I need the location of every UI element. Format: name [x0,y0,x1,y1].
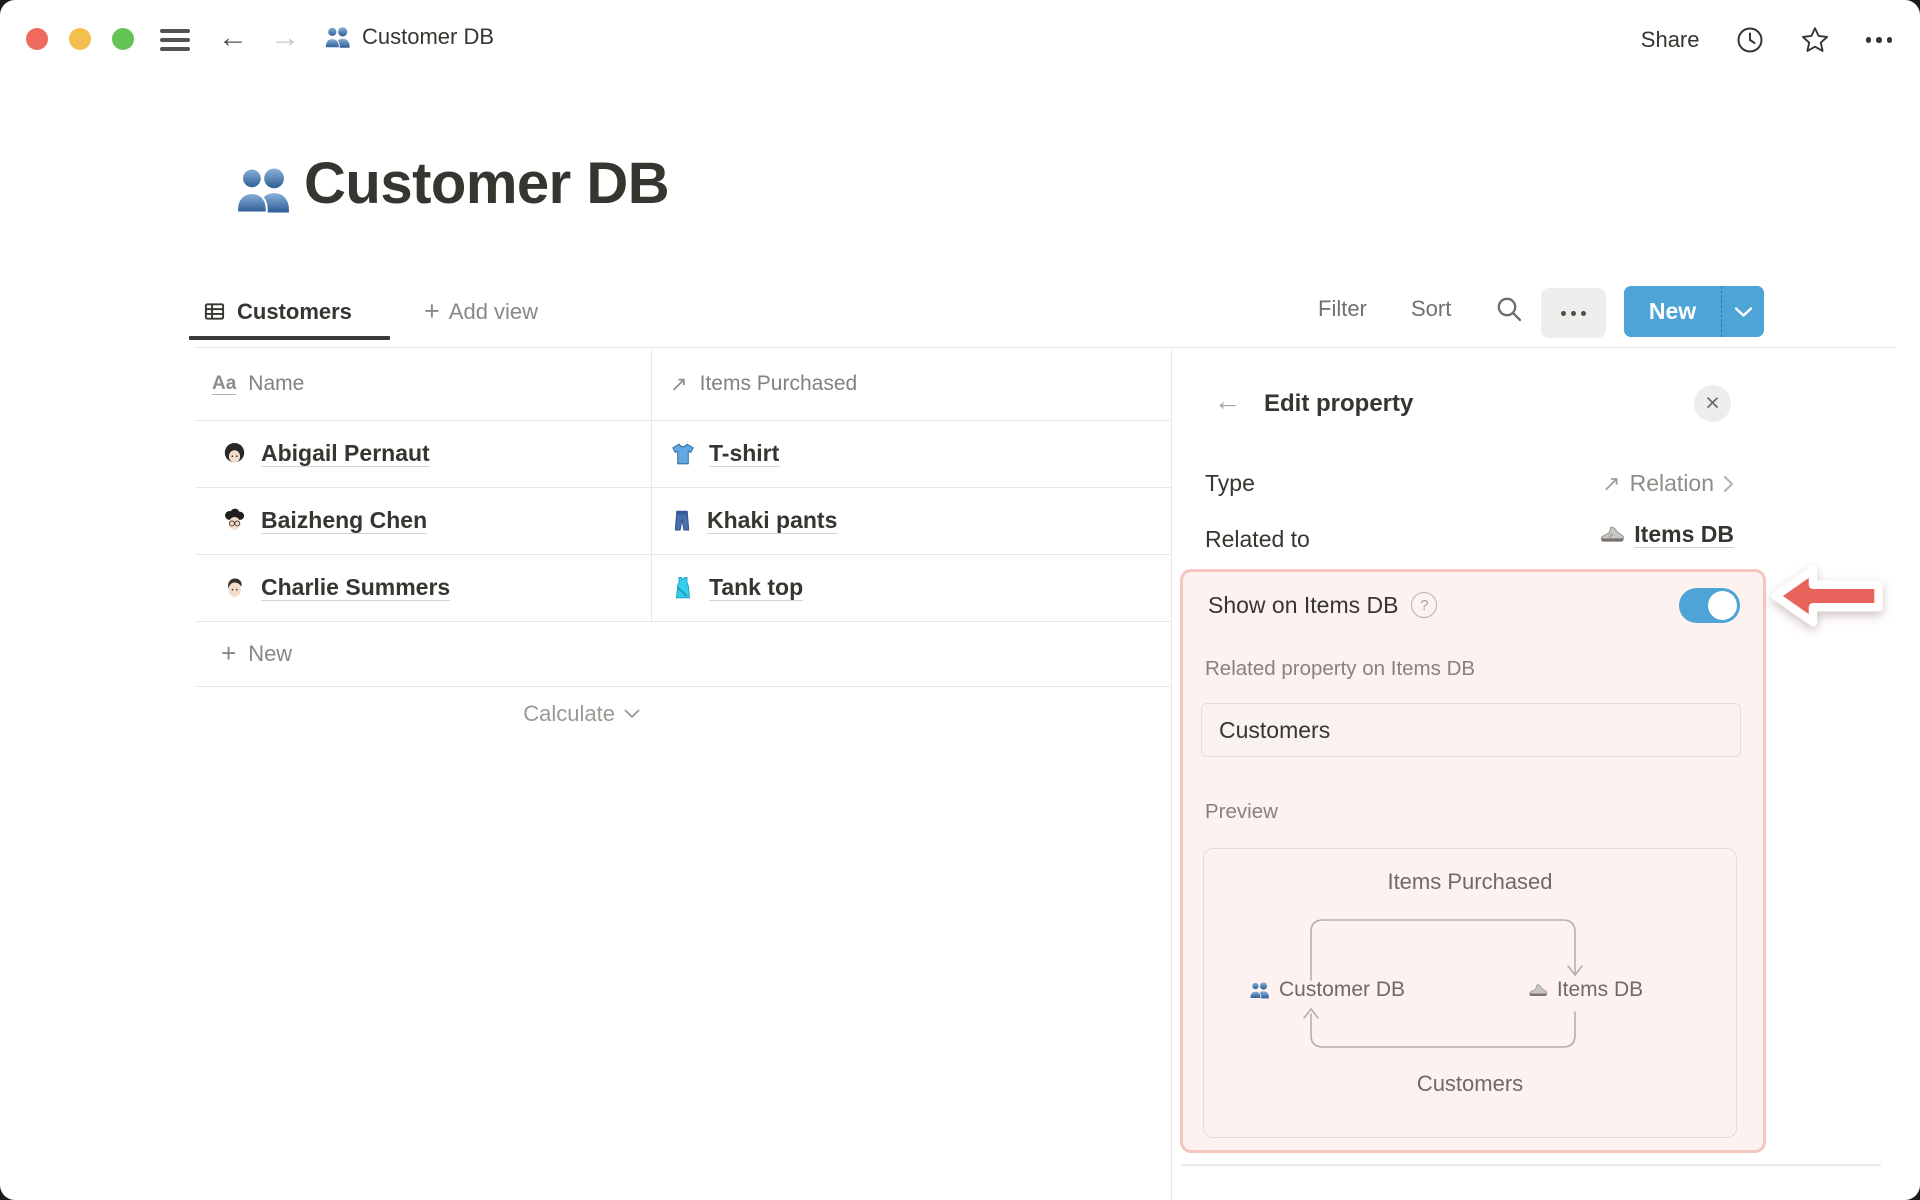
tab-label: Customers [237,298,352,324]
panel-back-arrow[interactable]: ← [1214,386,1241,417]
more-options-icon[interactable] [1865,37,1892,43]
chevron-down-icon [624,709,640,718]
show-on-items-db-label: Show on Items DB [1208,591,1399,618]
people-icon [324,24,351,50]
plus-icon: + [221,638,237,668]
breadcrumb-title: Customer DB [362,24,495,49]
preview-items-db: Items DB [1500,978,1670,1002]
relation-arrow-icon: ↗ [1602,470,1621,496]
active-tab-underline [189,336,390,340]
panel-title: Edit property [1264,390,1414,417]
panel-divider [1171,348,1172,1200]
filter-button[interactable]: Filter [1318,296,1367,322]
tab-customers-view[interactable]: Customers [189,288,366,335]
topbar-actions: Share [1641,22,1892,58]
menu-icon[interactable] [160,29,190,51]
relation-arrow-icon: ↗ [670,372,688,396]
panel-close-button[interactable]: × [1694,385,1731,422]
annotation-arrow-icon [1768,560,1886,632]
zoom-window-button[interactable] [112,28,134,50]
help-icon[interactable]: ? [1411,592,1438,618]
chevron-right-icon [1723,475,1734,492]
preview-customer-db: Customer DB [1242,978,1412,1002]
table-header: Aa Name ↗ Items Purchased [195,348,1171,421]
jeans-icon [674,510,690,530]
items-cell[interactable]: Khaki pants [670,487,837,554]
woman-bob-avatar [224,442,245,463]
column-header-items-purchased[interactable]: ↗ Items Purchased [670,348,857,420]
related-property-input[interactable] [1201,703,1741,757]
add-view-button[interactable]: + Add view [424,288,538,335]
page-title[interactable]: Customer DB [304,150,670,217]
history-clock-icon[interactable] [1736,26,1764,54]
type-label: Type [1205,470,1255,496]
favorite-star-icon[interactable] [1800,25,1830,55]
app-window: ← → Customer DB Share Customer DB Custom… [0,0,1920,1200]
show-on-toggle[interactable] [1679,587,1740,623]
view-options-button[interactable] [1541,288,1606,338]
toggle-knob [1708,590,1737,620]
sneaker-icon [1601,526,1625,542]
close-window-button[interactable] [26,28,48,50]
preview-label: Preview [1205,800,1278,823]
back-arrow-icon[interactable]: ← [218,18,248,58]
tshirt-icon [672,443,694,464]
new-button-label[interactable]: New [1624,286,1721,337]
table-view-icon [203,300,226,323]
side-part-hair-avatar [228,578,242,597]
minimize-window-button[interactable] [69,28,91,50]
text-type-icon: Aa [212,372,237,395]
preview-bottom-relation-label: Customers [1416,1071,1524,1096]
breadcrumb[interactable]: Customer DB [324,24,494,50]
sort-button[interactable]: Sort [1411,296,1451,322]
curly-hair-glasses-avatar [225,508,245,530]
column-header-name[interactable]: Aa Name [212,348,304,420]
search-icon[interactable] [1494,294,1524,324]
related-property-label: Related property on Items DB [1205,657,1476,680]
related-to-label: Related to [1205,526,1310,552]
new-dropdown-chevron[interactable] [1721,286,1764,337]
plus-icon: + [424,296,440,326]
related-to-value[interactable]: Items DB [1400,521,1734,548]
window-controls [26,28,134,50]
page-people-icon[interactable] [234,162,292,217]
table-row: Baizheng Chen Khaki pants [195,487,1171,555]
show-on-items-db-row: Show on Items DB ? [1208,584,1740,626]
name-cell[interactable]: Charlie Summers [221,554,450,621]
name-cell[interactable]: Abigail Pernaut [221,420,430,487]
panel-bottom-divider [1181,1164,1881,1166]
forward-arrow-icon[interactable]: → [270,18,300,58]
new-row-button[interactable]: + New [195,621,1171,687]
table-row: Abigail Pernaut T-shirt [195,420,1171,488]
tanktop-icon [676,576,690,598]
relation-preview-diagram: Items Purchased Customer DB Items DB Cus… [1203,848,1737,1138]
show-on-related-db-section: Show on Items DB ? Related property on I… [1180,569,1766,1153]
items-cell[interactable]: Tank top [670,554,803,621]
share-button[interactable]: Share [1641,27,1700,53]
calculate-button[interactable]: Calculate [195,687,640,741]
new-button[interactable]: New [1624,286,1764,337]
type-value[interactable]: ↗ Relation [1400,470,1734,497]
items-cell[interactable]: T-shirt [670,420,779,487]
name-cell[interactable]: Baizheng Chen [221,487,427,554]
sneaker-icon [1529,983,1547,996]
table-row: Charlie Summers Tank top [195,554,1171,622]
people-icon [1249,982,1269,999]
